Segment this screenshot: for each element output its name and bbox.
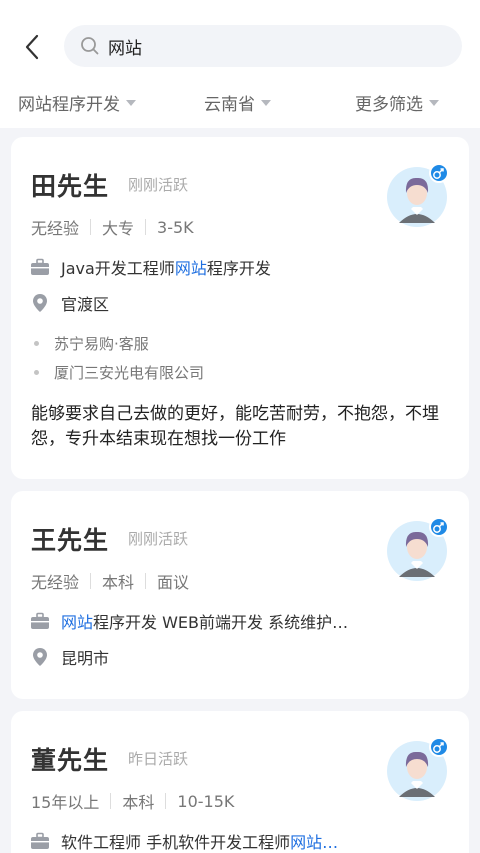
filter-region[interactable]: 云南省 <box>204 90 271 115</box>
activity-status: 刚刚活跃 <box>128 530 189 548</box>
divider <box>165 793 167 809</box>
salary: 面议 <box>157 573 190 592</box>
divider <box>145 219 147 235</box>
job-text-suffix: 程序开发 <box>206 259 271 278</box>
activity-status: 昨日活跃 <box>128 750 189 768</box>
chevron-left-icon <box>25 34 39 60</box>
location-text: 昆明市 <box>61 649 110 668</box>
job-text-highlight: 网站… <box>290 833 339 852</box>
experience: 15年以上 <box>31 793 100 812</box>
location-row: 官渡区 <box>29 291 449 315</box>
work-history-item: 厦门三安光电有限公司 <box>34 362 204 383</box>
education: 大专 <box>102 219 135 238</box>
job-intent: 网站 程序开发 WEB前端开发 系统维护… <box>29 609 449 633</box>
self-description: 能够要求自己去做的更好，能吃苦耐劳，不抱怨，不埋怨，专升本结束现在想找一份工作 <box>31 404 439 449</box>
caret-down-icon <box>429 99 439 106</box>
search-bar[interactable] <box>64 25 462 67</box>
salary: 10-15K <box>177 791 235 811</box>
location-text: 官渡区 <box>61 295 110 314</box>
caret-down-icon <box>261 99 271 106</box>
filter-more[interactable]: 更多筛选 <box>355 90 439 115</box>
location-pin-icon <box>29 293 51 313</box>
filter-label: 更多筛选 <box>355 95 423 115</box>
top-bar: 网站程序开发 云南省 更多筛选 <box>0 0 480 128</box>
salary: 3-5K <box>157 217 194 237</box>
avatar <box>387 737 451 801</box>
job-text-highlight: 网站 <box>174 259 207 278</box>
job-text-prefix: 软件工程师 手机软件开发工程师 <box>61 833 291 852</box>
activity-status: 刚刚活跃 <box>128 176 189 194</box>
divider <box>90 219 92 235</box>
filter-label: 网站程序开发 <box>18 95 120 115</box>
location-pin-icon <box>29 647 51 667</box>
location-row: 昆明市 <box>29 645 449 669</box>
divider <box>90 573 92 589</box>
job-text-suffix: 程序开发 WEB前端开发 系统维护… <box>93 613 349 632</box>
job-text-prefix: Java开发工程师 <box>61 259 175 278</box>
job-text-highlight: 网站 <box>61 613 94 632</box>
experience: 无经验 <box>31 573 80 592</box>
briefcase-icon <box>29 257 51 277</box>
education: 本科 <box>122 793 155 812</box>
candidate-card[interactable]: 董先生 昨日活跃 15年以上 本科 10-15K 软件工程师 手机软件开发工程师… <box>11 711 469 853</box>
bullet <box>34 370 39 375</box>
candidate-card[interactable]: 王先生 刚刚活跃 无经验 本科 面议 网站 程序开发 WEB前端开发 系统维护… <box>11 491 469 699</box>
bullet <box>34 341 39 346</box>
filter-bar: 网站程序开发 云南省 更多筛选 <box>0 82 480 122</box>
candidate-name: 董先生 <box>31 746 110 775</box>
experience: 无经验 <box>31 219 80 238</box>
briefcase-icon <box>29 611 51 631</box>
divider <box>110 793 112 809</box>
education: 本科 <box>102 573 135 592</box>
candidate-meta: 15年以上 本科 10-15K <box>31 789 234 813</box>
avatar <box>387 163 451 227</box>
candidate-name: 王先生 <box>31 526 110 555</box>
job-intent: Java开发工程师 网站 程序开发 <box>29 255 449 279</box>
job-intent: 软件工程师 手机软件开发工程师 网站… <box>29 829 449 853</box>
caret-down-icon <box>126 99 136 106</box>
briefcase-icon <box>29 831 51 851</box>
search-icon <box>80 35 102 57</box>
candidate-card[interactable]: 田先生 刚刚活跃 无经验 大专 3-5K Java开发工程师 网站 程序开发 官… <box>11 137 469 479</box>
back-button[interactable] <box>14 30 50 64</box>
candidate-meta: 无经验 大专 3-5K <box>31 215 194 239</box>
filter-label: 云南省 <box>204 95 255 115</box>
work-history-text: 厦门三安光电有限公司 <box>54 364 205 382</box>
avatar <box>387 517 451 581</box>
candidate-meta: 无经验 本科 面议 <box>31 569 189 593</box>
work-history-text: 苏宁易购·客服 <box>54 335 149 353</box>
work-history-item: 苏宁易购·客服 <box>34 333 149 354</box>
search-input[interactable] <box>108 36 428 56</box>
divider <box>145 573 147 589</box>
filter-job-category[interactable]: 网站程序开发 <box>18 90 136 115</box>
candidate-name: 田先生 <box>31 172 110 201</box>
